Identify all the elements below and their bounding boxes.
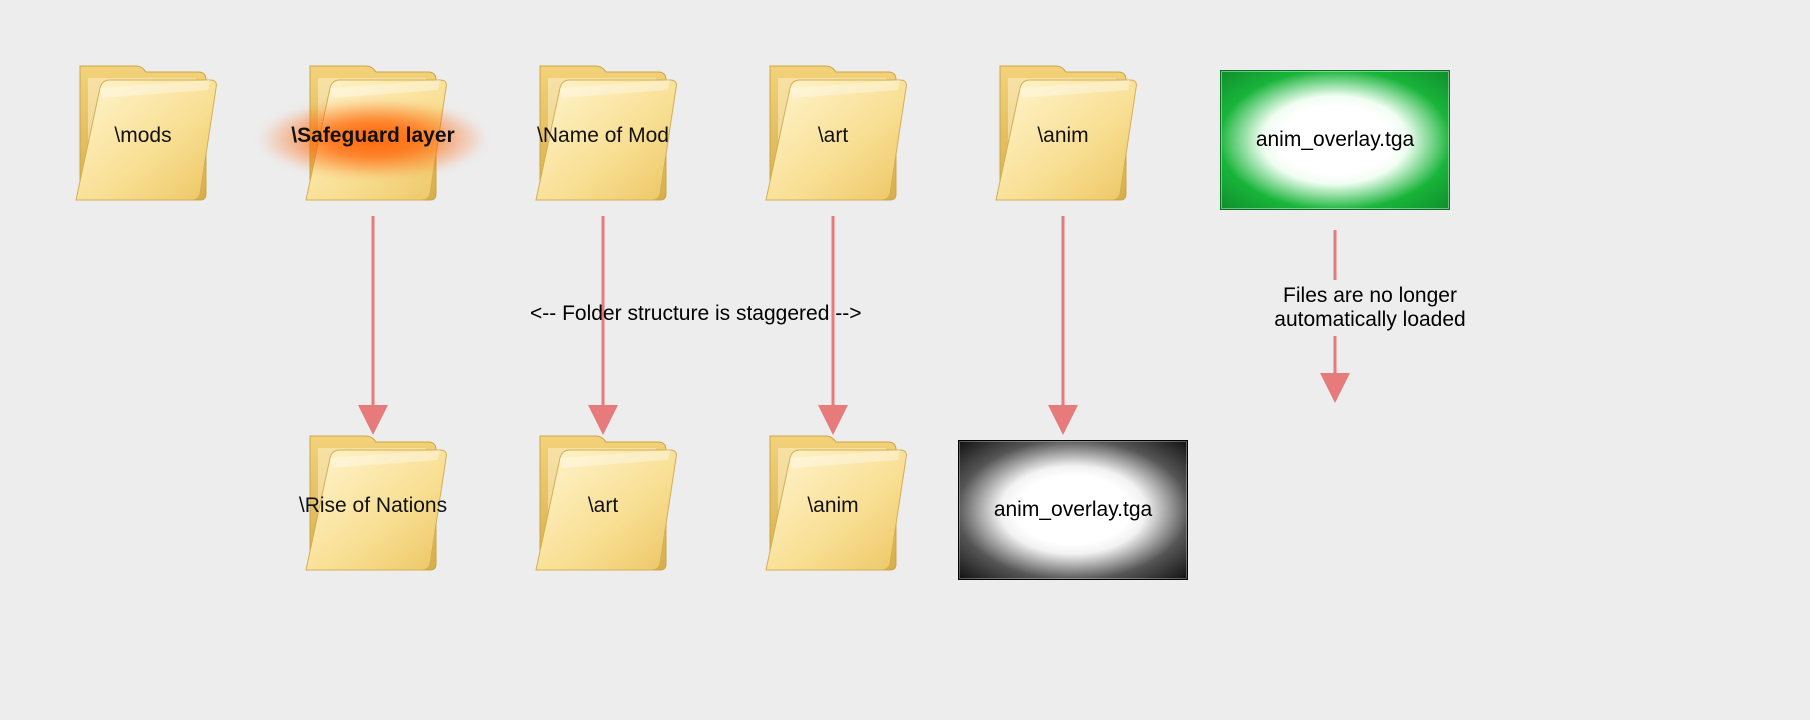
folder-label-name-of-mod: \Name of Mod	[537, 124, 669, 148]
folder-label-safeguard: \Safeguard layer	[291, 124, 454, 148]
folder-label-rise-of-nations: \Rise of Nations	[299, 494, 447, 518]
folder-label-anim-top: \anim	[1037, 124, 1088, 148]
folder-label-art-top: \art	[818, 124, 848, 148]
folder-label-anim-bottom: \anim	[807, 494, 858, 518]
note-no-load-line1: Files are no longer	[1283, 284, 1457, 307]
folder-label-art-bottom: \art	[588, 494, 618, 518]
note-staggered: <-- Folder structure is staggered -->	[530, 302, 861, 326]
note-no-load-line2: automatically loaded	[1274, 308, 1465, 331]
folder-label-mods: \mods	[114, 124, 171, 148]
note-no-load: Files are no longer automatically loaded	[1240, 280, 1500, 336]
